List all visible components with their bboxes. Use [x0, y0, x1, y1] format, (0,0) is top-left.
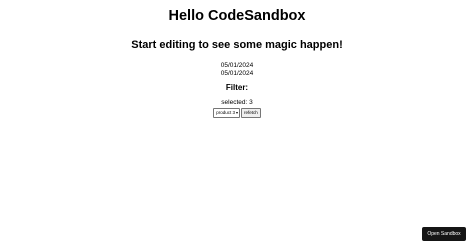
- chevron-down-icon: ▾: [235, 109, 238, 115]
- open-sandbox-button[interactable]: Open Sandbox: [422, 227, 466, 241]
- refetch-button[interactable]: refetch: [241, 107, 261, 118]
- app-root: Hello CodeSandbox Start editing to see s…: [0, 0, 474, 248]
- filter-controls: product 3 ▾ refetch: [0, 107, 474, 118]
- selected-count: selected: 3: [221, 99, 253, 106]
- page-title: Hello CodeSandbox: [168, 8, 306, 24]
- page-subtitle: Start editing to see some magic happen!: [131, 39, 343, 51]
- filter-heading: Filter:: [225, 83, 249, 92]
- product-select[interactable]: product 3 ▾: [213, 107, 240, 118]
- date-text: 05/01/2024: [220, 69, 254, 77]
- product-select-value: product 3: [216, 109, 235, 115]
- date-text: 05/01/2024: [220, 62, 254, 69]
